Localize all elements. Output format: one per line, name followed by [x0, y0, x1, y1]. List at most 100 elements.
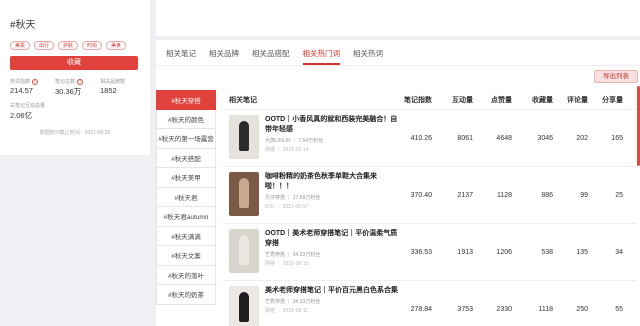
stat-label: 笔记总数 [55, 79, 76, 85]
note-title[interactable]: OOTD｜美术老师穿搭笔记｜平价温柔气质穿搭 [265, 229, 399, 249]
collect-value: 1118 [538, 305, 553, 313]
stat-label: 热词指数 [10, 79, 31, 85]
export-list-button[interactable]: 导出列表 [594, 70, 638, 83]
note-index-value: 278.84 [410, 305, 432, 313]
stat-hot-index: 热词指数 ? 214.57 [10, 78, 55, 97]
tab-related-hot-topics[interactable]: 相关热门词 [302, 48, 340, 65]
comment-value: 250 [576, 305, 588, 313]
stat-brand-count: 相关品牌数 1852 [100, 78, 140, 97]
topic-tag[interactable]: 护肤 [58, 41, 79, 50]
info-icon[interactable]: ? [32, 78, 39, 85]
note-thumbnail[interactable] [229, 115, 259, 159]
topic-title: #秋天 [10, 20, 36, 31]
stat-label: 关笔记互动总量 [10, 103, 46, 109]
column-header[interactable]: 笔记指数 [399, 95, 432, 105]
topic-stats: 热词指数 ? 214.57 笔记总数 ? 30.36万 相关品牌数 1852 [10, 78, 140, 97]
share-value: 55 [615, 305, 623, 313]
like-value: 1128 [496, 191, 512, 199]
thumbnail-figure [239, 235, 249, 265]
main-panel: 相关笔记 相关品牌 相关品搭配 相关热门词 相关热词 导出列表 #秋天穿搭 #秋… [156, 40, 640, 326]
stat-note-count: 笔记总数 ? 30.36万 [55, 78, 100, 97]
collect-button[interactable]: 收藏 [10, 56, 138, 70]
note-cell: OOTD｜小香风真的就和西装完美融合！自带年轻感 大熊LINLIN ｜ 7.54… [223, 115, 399, 161]
stat-interact-total: 关笔记互动总量 2.06亿 [10, 102, 140, 121]
stat-value: 2.06亿 [10, 111, 33, 120]
note-thumbnail[interactable] [229, 286, 259, 326]
share-value: 165 [611, 134, 623, 142]
column-header[interactable]: 分享量 [588, 95, 623, 105]
column-header[interactable]: 评论量 [553, 95, 588, 105]
subtopic-item[interactable]: #秋天满满 [156, 226, 216, 246]
tab-related-notes[interactable]: 相关笔记 [166, 48, 196, 65]
subtopic-list: #秋天穿搭 #秋天的颜色 #秋天的第一场露营 #秋天搭配 #秋天美甲 #秋天君 … [156, 90, 216, 305]
tab-bar: 相关笔记 相关品牌 相关品搭配 相关热门词 相关热词 [156, 40, 640, 66]
column-header: 相关笔记 [229, 96, 257, 104]
table-row[interactable]: OOTD｜小香风真的就和西装完美融合！自带年轻感 大熊LINLIN ｜ 7.54… [223, 110, 636, 167]
topic-card: #秋天 美妆 出行 护肤 时尚 美食 收藏 热词指数 ? 214.57 笔记总数… [0, 0, 150, 155]
topic-tag[interactable]: 美食 [106, 41, 127, 50]
stat-label: 相关品牌数 [100, 79, 126, 85]
tab-related-hot-words[interactable]: 相关热词 [353, 48, 383, 65]
data-deadline: 数据统计截止时间：2021-09-26 [39, 130, 111, 136]
note-title[interactable]: 咖啡粉精的奶茶色秋季单鞋大合集来啦！！！ [265, 172, 399, 192]
interaction-value: 1913 [457, 248, 473, 256]
header-card [156, 0, 640, 36]
note-cell: 美术老师穿搭笔记｜平价百元黑白色系合集 艺秀穿搭 ｜ 34.33万粉丝 网络 ｜… [223, 286, 399, 326]
notes-table: 相关笔记 笔记指数 互动量 点赞量 收藏量 评论量 分享量 OOTD｜小香风真的… [223, 90, 636, 326]
subtopic-item[interactable]: #秋天搭配 [156, 148, 216, 168]
topic-tag[interactable]: 美妆 [10, 41, 31, 50]
subtopic-item[interactable]: #秋天的颜色 [156, 109, 216, 129]
note-index-value: 336.53 [410, 248, 432, 256]
table-row[interactable]: 咖啡粉精的奶茶色秋季单鞋大合集来啦！！！ 贝仔穿搭 ｜ 17.69万粉丝 KOL… [223, 167, 636, 224]
topic-tag[interactable]: 出行 [34, 41, 55, 50]
collect-value: 538 [541, 248, 553, 256]
tab-related-pairing[interactable]: 相关品搭配 [252, 48, 290, 65]
interaction-value: 8061 [457, 134, 473, 142]
thumbnail-figure [239, 292, 249, 322]
table-row[interactable]: 美术老师穿搭笔记｜平价百元黑白色系合集 艺秀穿搭 ｜ 34.33万粉丝 网络 ｜… [223, 281, 636, 326]
like-value: 4648 [496, 134, 512, 142]
note-index-value: 410.26 [410, 134, 432, 142]
subtopic-item[interactable]: #秋天的落叶 [156, 265, 216, 285]
subtopic-item[interactable]: #秋天美甲 [156, 168, 216, 188]
subtopic-item[interactable]: #秋天的奶茶 [156, 285, 216, 305]
note-date: 网络 ｜ 2021-09-15 [265, 261, 309, 267]
note-author: 艺秀穿搭 ｜ 34.33万粉丝 [265, 299, 321, 305]
interaction-value: 3753 [457, 305, 473, 313]
note-title[interactable]: OOTD｜小香风真的就和西装完美融合！自带年轻感 [265, 115, 399, 135]
note-date: 网络 ｜ 2021-09-11 [265, 308, 308, 314]
column-header[interactable]: 收藏量 [512, 95, 553, 105]
table-header: 相关笔记 笔记指数 互动量 点赞量 收藏量 评论量 分享量 [223, 90, 636, 110]
note-index-value: 370.40 [410, 191, 432, 199]
stat-value: 214.57 [10, 86, 33, 95]
note-author: 贝仔穿搭 ｜ 17.69万粉丝 [265, 195, 321, 201]
note-cell: 咖啡粉精的奶茶色秋季单鞋大合集来啦！！！ 贝仔穿搭 ｜ 17.69万粉丝 KOL… [223, 172, 399, 218]
column-header[interactable]: 互动量 [432, 95, 473, 105]
share-value: 25 [615, 191, 623, 199]
thumbnail-figure [239, 178, 249, 208]
note-date: 网络 ｜ 2021-09-14 [265, 147, 309, 153]
note-thumbnail[interactable] [229, 172, 259, 216]
note-thumbnail[interactable] [229, 229, 259, 273]
column-header[interactable]: 点赞量 [473, 95, 512, 105]
subtopic-item[interactable]: #秋天的第一场露营 [156, 129, 216, 149]
stat-value: 30.36万 [55, 87, 82, 96]
subtopic-item[interactable]: #秋天穿搭 [156, 90, 216, 110]
tab-related-brands[interactable]: 相关品牌 [209, 48, 239, 65]
interaction-value: 2137 [457, 191, 473, 199]
thumbnail-figure [239, 121, 249, 151]
share-value: 34 [615, 248, 623, 256]
table-row[interactable]: OOTD｜美术老师穿搭笔记｜平价温柔气质穿搭 艺秀穿搭 ｜ 34.33万粉丝 网… [223, 224, 636, 281]
subtopic-item[interactable]: #秋天君autumn [156, 207, 216, 227]
comment-value: 99 [580, 191, 588, 199]
note-author: 大熊LINLIN ｜ 7.54万粉丝 [265, 138, 324, 144]
note-cell: OOTD｜美术老师穿搭笔记｜平价温柔气质穿搭 艺秀穿搭 ｜ 34.33万粉丝 网… [223, 229, 399, 275]
topic-tags: 美妆 出行 护肤 时尚 美食 [10, 41, 140, 50]
stat-value: 1852 [100, 86, 117, 95]
subtopic-item[interactable]: #秋天君 [156, 187, 216, 207]
note-title[interactable]: 美术老师穿搭笔记｜平价百元黑白色系合集 [265, 286, 399, 296]
like-value: 2330 [496, 305, 512, 313]
topic-tag[interactable]: 时尚 [82, 41, 103, 50]
subtopic-item[interactable]: #秋天文案 [156, 246, 216, 266]
info-icon[interactable]: ? [77, 78, 84, 85]
